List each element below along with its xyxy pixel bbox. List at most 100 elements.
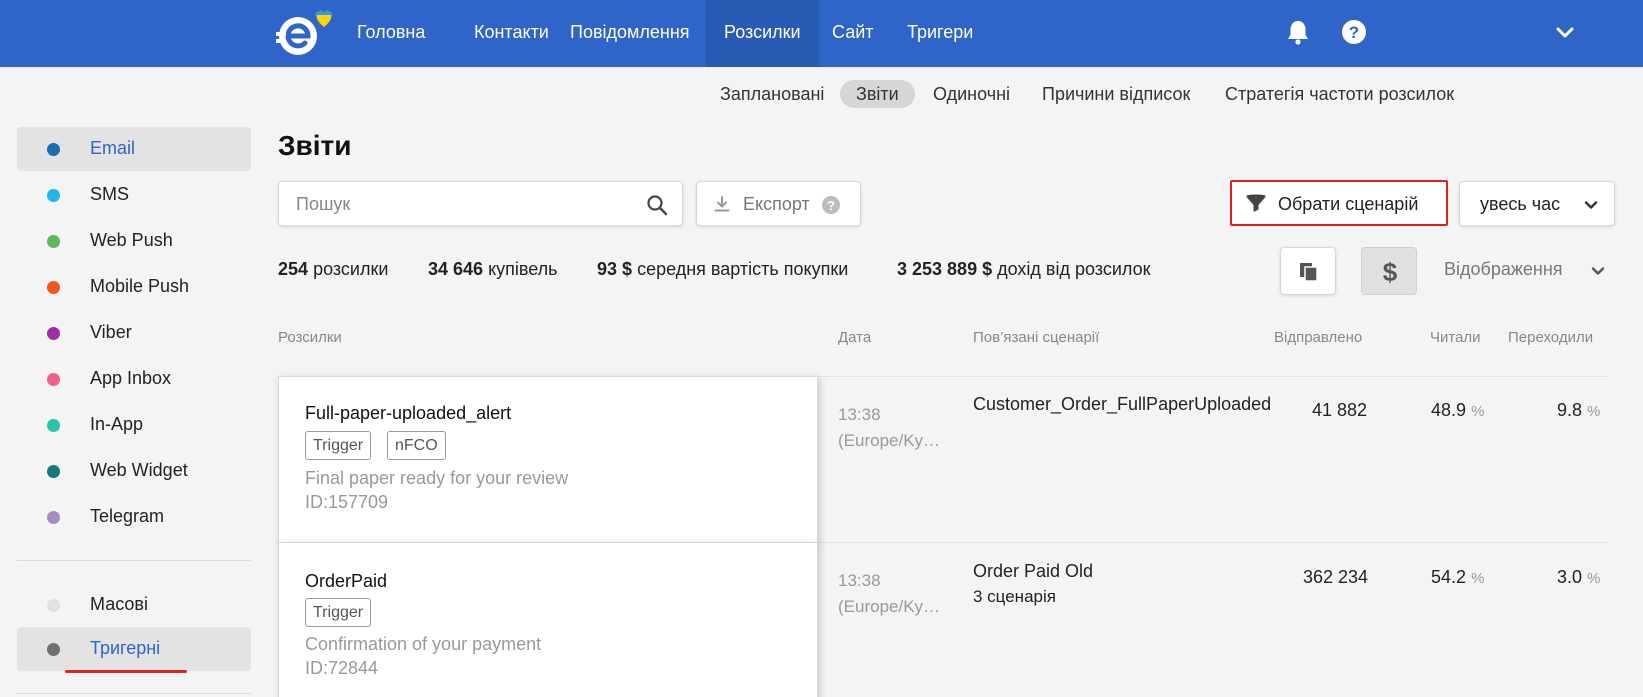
- tag-badge: Trigger: [305, 431, 372, 460]
- nav-home[interactable]: Головна: [339, 0, 443, 67]
- campaign-card[interactable]: Full-paper-uploaded_alert Trigger nFCO F…: [278, 376, 818, 543]
- search-input[interactable]: [296, 192, 626, 216]
- subnav-reports[interactable]: Звіти: [840, 80, 915, 108]
- period-select[interactable]: увесь час: [1459, 181, 1615, 226]
- logo-icon[interactable]: [274, 9, 340, 57]
- percent-sign: %: [1587, 403, 1601, 420]
- channel-dot: [47, 327, 60, 340]
- sidebar-item-web-push[interactable]: Web Push: [17, 219, 251, 263]
- channel-dot: [47, 465, 60, 478]
- export-button[interactable]: Експорт ?: [696, 181, 861, 226]
- sent-cell: 41 882: [1312, 400, 1368, 420]
- sidebar-item-label: In-App: [90, 414, 144, 434]
- stat-value: 93 $: [597, 259, 633, 279]
- date-time: 13:38: [838, 571, 881, 590]
- date-cell: 13:38 (Europe/Ky…: [838, 568, 940, 620]
- copy-icon: [1300, 263, 1318, 282]
- sidebar-item-label: Email: [90, 138, 136, 158]
- sidebar-item-label: Масові: [90, 594, 148, 614]
- copy-view-button[interactable]: [1280, 247, 1336, 295]
- sidebar-item-triggered[interactable]: Тригерні: [17, 627, 251, 671]
- channel-dot: [47, 143, 60, 156]
- nav-messages[interactable]: Повідомлення: [552, 0, 708, 67]
- percent-sign: %: [1587, 570, 1601, 587]
- display-options-toggle[interactable]: Відображення: [1444, 259, 1563, 280]
- sidebar-item-bulk[interactable]: Масові: [17, 583, 251, 627]
- nav-site[interactable]: Сайт: [814, 0, 892, 67]
- channel-dot: [47, 235, 60, 248]
- scenario-cell[interactable]: Order Paid Old 3 сценарія: [973, 559, 1093, 609]
- campaign-id: ID:157709: [305, 492, 389, 512]
- sidebar-item-label: Web Widget: [90, 460, 188, 480]
- date-timezone: (Europe/Ky…: [838, 597, 941, 616]
- type-dot: [47, 599, 60, 612]
- stat-campaigns: 254 розсилки: [278, 259, 388, 280]
- column-header-scenarios: Пов’язані сценарії: [973, 329, 1100, 346]
- date-time: 13:38: [838, 405, 881, 424]
- column-header-sent: Відправлено: [1274, 329, 1363, 346]
- nav-triggers[interactable]: Тригери: [889, 0, 991, 67]
- sidebar-item-viber[interactable]: Viber: [17, 311, 251, 355]
- column-header-clicked: Переходили: [1508, 329, 1594, 346]
- chevron-down-icon[interactable]: [1552, 20, 1578, 46]
- campaign-name[interactable]: OrderPaid: [305, 571, 387, 592]
- channel-dot: [47, 281, 60, 294]
- stat-label: розсилки: [313, 259, 389, 279]
- read-cell: 54.2 %: [1431, 567, 1484, 588]
- row-divider: [818, 542, 1608, 543]
- stat-label: дохід від розсилок: [997, 259, 1151, 279]
- sidebar-item-label: Тригерні: [90, 638, 161, 658]
- stat-label: купівель: [488, 259, 558, 279]
- help-icon[interactable]: ?: [1340, 18, 1368, 46]
- sidebar-item-in-app[interactable]: In-App: [17, 403, 251, 447]
- select-scenario-label: Обрати сценарій: [1278, 194, 1419, 214]
- page-title: Звіти: [278, 130, 352, 161]
- channel-dot: [47, 511, 60, 524]
- chevron-down-icon[interactable]: [1589, 262, 1607, 280]
- scenario-name[interactable]: Customer_Order_FullPaperUploaded: [973, 394, 1271, 415]
- read-cell: 48.9 %: [1431, 400, 1484, 421]
- nav-contacts[interactable]: Контакти: [456, 0, 567, 67]
- scenario-cell[interactable]: Customer_Order_FullPaperUploaded: [973, 394, 1271, 415]
- scenario-name[interactable]: Order Paid Old: [973, 559, 1093, 584]
- svg-text:?: ?: [827, 198, 835, 213]
- sidebar-item-email[interactable]: Email: [17, 127, 251, 171]
- search-icon[interactable]: [646, 194, 668, 216]
- stat-average-price: 93 $ середня вартість покупки: [597, 259, 848, 280]
- stat-value: 3 253 889 $: [897, 259, 993, 279]
- type-dot: [47, 643, 60, 656]
- subnav-unsubscribe-reasons[interactable]: Причини відписок: [1026, 80, 1206, 108]
- percent-sign: %: [1471, 403, 1485, 420]
- tag-badge: nFCO: [387, 431, 446, 460]
- sidebar-divider: [17, 693, 251, 694]
- subnav-scheduled[interactable]: Заплановані: [704, 80, 840, 108]
- campaign-id: ID:72844: [305, 658, 379, 678]
- question-icon[interactable]: ?: [821, 195, 841, 215]
- revenue-view-button[interactable]: $: [1361, 247, 1417, 295]
- sidebar-item-web-widget[interactable]: Web Widget: [17, 449, 251, 493]
- sidebar-item-telegram[interactable]: Telegram: [17, 495, 251, 539]
- campaign-card[interactable]: OrderPaid Trigger Confirmation of your p…: [278, 542, 818, 697]
- campaign-name[interactable]: Full-paper-uploaded_alert: [305, 403, 511, 424]
- subnav-frequency-strategy[interactable]: Стратегія частоти розсилок: [1209, 80, 1470, 108]
- sidebar-item-sms[interactable]: SMS: [17, 173, 251, 217]
- sidebar-item-app-inbox[interactable]: App Inbox: [17, 357, 251, 401]
- nav-campaigns[interactable]: Розсилки: [706, 0, 819, 67]
- sidebar-item-mobile-push[interactable]: Mobile Push: [17, 265, 251, 309]
- channel-dot: [47, 189, 60, 202]
- sidebar-item-label: Web Push: [90, 230, 173, 250]
- clicked-cell: 3.0 %: [1557, 567, 1600, 588]
- scenario-count[interactable]: 3 сценарія: [973, 584, 1093, 609]
- sidebar-item-label: Telegram: [90, 506, 165, 526]
- bell-icon[interactable]: [1284, 18, 1312, 46]
- select-scenario-button[interactable]: Обрати сценарій: [1230, 180, 1448, 226]
- sidebar-item-label: SMS: [90, 184, 130, 204]
- row-divider: [818, 376, 1608, 377]
- search-box: [278, 181, 683, 226]
- top-navigation-bar: Головна Контакти Повідомлення Розсилки С…: [0, 0, 1643, 67]
- column-header-read: Читали: [1430, 329, 1481, 346]
- subnav-single[interactable]: Одиночні: [917, 80, 1026, 108]
- period-value: увесь час: [1480, 194, 1561, 214]
- export-label: Експорт: [743, 194, 810, 214]
- filter-icon: [1246, 194, 1266, 212]
